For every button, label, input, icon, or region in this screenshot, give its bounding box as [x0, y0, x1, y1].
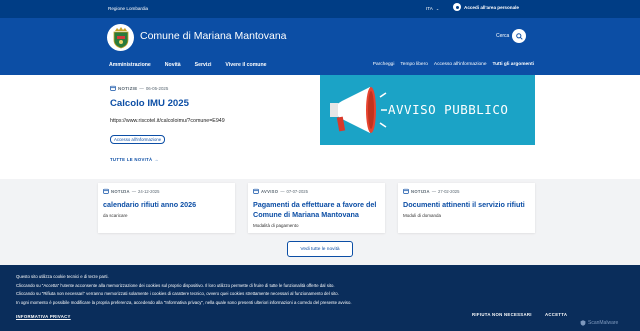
card-title[interactable]: Documenti attinenti il servizio rifiuti — [403, 200, 531, 210]
separator: — — [431, 188, 437, 194]
calendar-icon — [110, 85, 116, 91]
nav-item-servizi[interactable]: Servizi — [195, 62, 212, 68]
featured-category: NOTIZIE — [118, 85, 138, 91]
language-label: ITA — [426, 6, 433, 11]
nav-item-tutti-gli-argomenti[interactable]: Tutti gli argomenti — [493, 62, 534, 67]
cookie-line: Cliccando su "Rifiuta non necessari" ver… — [16, 291, 339, 296]
card-meta: AVVISO — 07-07-2025 — [253, 188, 308, 194]
card-category: NOTIZIA — [111, 188, 130, 194]
all-news-label: TUTTE LE NOVITÀ — [110, 157, 153, 162]
reject-cookies-button[interactable]: RIFIUTA NON NECESSARI — [472, 312, 532, 317]
search-icon — [515, 32, 523, 40]
user-icon — [453, 3, 461, 11]
top-bar: Regione Lombardia ITA ⌄ Accedi all'area p… — [0, 0, 640, 18]
secondary-nav: Parcheggi Tempo libero Accesso all'infor… — [373, 62, 534, 67]
calendar-icon — [403, 188, 409, 194]
avviso-pubblico-banner[interactable]: AVVISO PUBBLICO — [320, 75, 535, 145]
watermark: ScanMalware — [580, 320, 618, 326]
main-nav: Amministrazione Novità Servizi Vivere il… — [109, 62, 267, 68]
card-date: 24-12-2025 — [138, 188, 160, 194]
all-news-link[interactable]: TUTTE LE NOVITÀ → — [110, 157, 159, 162]
search-button[interactable] — [512, 29, 526, 43]
banner-text: AVVISO PUBBLICO — [388, 102, 509, 117]
cookie-line: Questo sito utilizza cookie tecnici e di… — [16, 274, 109, 279]
featured-link[interactable]: https://www.riscotel.it/calcoloimu/?comu… — [110, 118, 225, 124]
arrow-right-icon: → — [153, 157, 159, 162]
privacy-policy-link[interactable]: INFORMATIVA PRIVACY — [16, 314, 71, 319]
cookie-line: In ogni momento è possibile modificare l… — [16, 299, 352, 305]
coat-of-arms-logo[interactable] — [107, 24, 134, 51]
featured-date: 06-05-2025 — [145, 85, 169, 91]
card-meta: NOTIZIA — 27-02-2025 — [403, 188, 459, 194]
card-subtitle: Modalità di pagamento — [253, 223, 299, 228]
card-date: 07-07-2025 — [286, 188, 308, 194]
card-meta: NOTIZIA — 24-12-2025 — [103, 188, 159, 194]
topic-chip[interactable]: Accesso all'informazione — [110, 135, 166, 144]
nav-item-novita[interactable]: Novità — [165, 62, 181, 68]
cookie-text: Questo sito utilizza cookie tecnici e di… — [16, 273, 352, 307]
nav-item-parcheggi[interactable]: Parcheggi — [373, 62, 395, 67]
see-all-news-button[interactable]: Vedi tutte le novità — [287, 241, 353, 257]
featured-title[interactable]: Calcolo IMU 2025 — [110, 98, 189, 109]
nav-item-tempo-libero[interactable]: Tempo libero — [400, 62, 427, 67]
news-card[interactable]: NOTIZIA — 27-02-2025 Documenti attinenti… — [398, 183, 535, 233]
calendar-icon — [253, 188, 259, 194]
nav-item-vivere-il-comune[interactable]: Vivere il comune — [225, 62, 266, 68]
login-label: Accedi all'area personale — [464, 4, 519, 10]
shield-icon — [580, 320, 586, 326]
login-button[interactable]: Accedi all'area personale — [453, 3, 519, 11]
cookie-banner: Questo sito utilizza cookie tecnici e di… — [0, 265, 640, 331]
card-title[interactable]: Pagamenti da effettuare a favore del Com… — [253, 200, 381, 219]
separator: — — [139, 85, 144, 91]
accept-cookies-button[interactable]: ACCETTA — [545, 312, 567, 317]
region-link[interactable]: Regione Lombardia — [108, 6, 148, 11]
watermark-label: ScanMalware — [588, 320, 619, 326]
card-category: NOTIZIA — [411, 188, 430, 194]
news-card[interactable]: AVVISO — 07-07-2025 Pagamenti da effettu… — [248, 183, 385, 233]
language-selector[interactable]: ITA ⌄ — [426, 6, 439, 11]
site-title[interactable]: Comune di Mariana Mantovana — [140, 30, 287, 42]
search-label[interactable]: Cerca — [496, 33, 509, 39]
separator: — — [280, 188, 285, 194]
card-date: 27-02-2025 — [438, 188, 460, 194]
featured-meta: NOTIZIE — 06-05-2025 — [110, 85, 168, 91]
chevron-down-icon: ⌄ — [435, 6, 440, 11]
card-subtitle: Moduli di domanda — [403, 213, 442, 218]
calendar-icon — [103, 188, 109, 194]
separator: — — [131, 188, 137, 194]
cookie-line: Cliccando su "Accetta" l'utente acconsen… — [16, 282, 335, 288]
news-card[interactable]: NOTIZIA — 24-12-2025 calendario rifiuti … — [98, 183, 235, 233]
crest-icon — [113, 26, 128, 48]
card-title[interactable]: calendario rifiuti anno 2026 — [103, 200, 231, 210]
nav-item-amministrazione[interactable]: Amministrazione — [109, 62, 151, 68]
card-category: AVVISO — [261, 188, 279, 194]
nav-item-accesso-informazione[interactable]: Accesso all'informazione — [434, 62, 487, 67]
card-subtitle: da scaricare — [103, 213, 128, 218]
site-header: Comune di Mariana Mantovana Cerca Ammini… — [0, 18, 640, 75]
